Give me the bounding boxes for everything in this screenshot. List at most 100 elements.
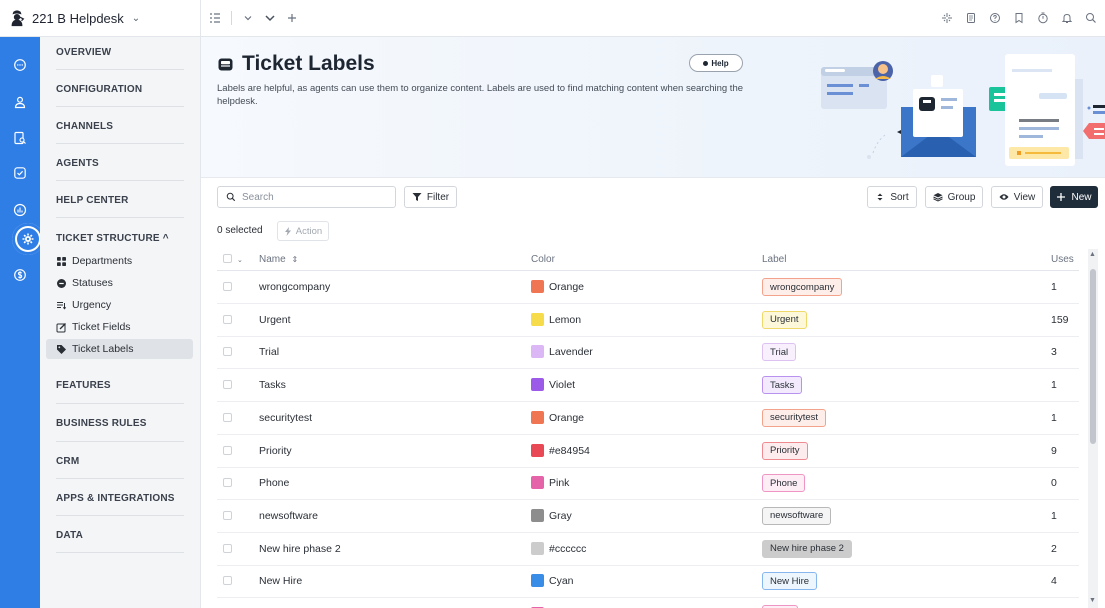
sidebar-item-label: Departments <box>72 255 133 267</box>
label-name: Tasks <box>259 379 286 392</box>
column-header-uses[interactable]: Uses <box>1051 254 1074 265</box>
label-name: Trial <box>259 346 280 359</box>
table-scrollbar[interactable]: ▲ ▼ <box>1088 249 1098 608</box>
scroll-down-icon[interactable]: ▼ <box>1089 597 1096 604</box>
nav-section-help-center[interactable]: HELP CENTER <box>56 195 184 206</box>
table-row[interactable]: Phone Pink Phone 0 <box>217 467 1079 501</box>
nav-section-configuration[interactable]: CONFIGURATION <box>56 84 184 95</box>
table-row[interactable]: Tasks Violet Tasks 1 <box>217 369 1079 403</box>
bookmark-icon[interactable] <box>1013 12 1025 24</box>
chevron-down-icon[interactable] <box>242 12 254 24</box>
knowledge-search-icon[interactable] <box>10 128 30 148</box>
table-row[interactable]: wrongcompany Orange wrongcompany 1 <box>217 271 1079 304</box>
reports-icon[interactable] <box>10 200 30 220</box>
lightning-icon <box>284 226 291 236</box>
scrollbar-thumb[interactable] <box>1090 269 1096 444</box>
bulk-action-button[interactable]: Action <box>277 221 329 241</box>
eye-icon <box>999 194 1009 200</box>
nav-divider <box>56 143 184 144</box>
search-field[interactable] <box>217 186 396 208</box>
column-header-name-label: Name <box>259 254 286 265</box>
color-swatch <box>531 574 544 588</box>
nav-section-overview[interactable]: OVERVIEW <box>56 47 184 58</box>
workspace-switcher[interactable]: 221 B Helpdesk ⌄ <box>0 0 201 37</box>
label-name: newsoftware <box>259 509 318 522</box>
row-checkbox[interactable] <box>223 314 232 324</box>
tag-icon <box>57 344 66 354</box>
search-input[interactable] <box>242 191 382 203</box>
sidebar-item-statuses[interactable]: Statuses <box>46 273 193 293</box>
view-button[interactable]: View <box>991 186 1043 208</box>
sort-button[interactable]: Sort <box>867 186 917 208</box>
nav-divider <box>56 403 184 404</box>
list-menu-icon[interactable] <box>209 12 221 24</box>
view-button-label: View <box>1013 191 1036 203</box>
label-name: New Hire <box>259 575 303 588</box>
row-checkbox[interactable] <box>223 347 232 357</box>
nav-section-channels[interactable]: CHANNELS <box>56 121 184 132</box>
new-label-button[interactable]: New <box>1050 186 1098 208</box>
table-row[interactable]: Priority #e84954 Priority 9 <box>217 435 1079 468</box>
sparkle-icon[interactable] <box>941 12 953 24</box>
help-circle-icon[interactable] <box>989 12 1001 24</box>
row-checkbox[interactable] <box>223 380 232 390</box>
table-row[interactable]: Urgent Lemon Urgent 159 <box>217 304 1079 337</box>
user-icon[interactable] <box>10 92 30 112</box>
table-row[interactable] <box>217 598 1079 608</box>
chevron-down-icon[interactable]: ⌄ <box>237 256 243 264</box>
page-title-text: Ticket Labels <box>242 52 375 75</box>
row-checkbox[interactable] <box>223 543 232 553</box>
document-icon[interactable] <box>965 12 977 24</box>
row-checkbox[interactable] <box>223 445 232 455</box>
nav-section-crm[interactable]: CRM <box>56 456 184 467</box>
table-row[interactable]: newsoftware Gray newsoftware 1 <box>217 500 1079 533</box>
billing-icon[interactable] <box>10 265 30 285</box>
uses-count: 159 <box>1051 313 1069 326</box>
nav-section-apps-integrations[interactable]: APPS & INTEGRATIONS <box>56 493 184 504</box>
filter-button[interactable]: Filter <box>404 186 457 208</box>
search-icon[interactable] <box>1085 12 1097 24</box>
sidebar-item-urgency[interactable]: Urgency <box>46 295 193 315</box>
nav-section-business-rules[interactable]: BUSINESS RULES <box>56 418 184 429</box>
nav-divider <box>56 180 184 181</box>
nav-section-data[interactable]: DATA <box>56 530 184 541</box>
help-button[interactable]: Help <box>689 54 743 72</box>
uses-count: 1 <box>1051 509 1057 522</box>
table-row[interactable]: New Hire Cyan New Hire 4 <box>217 565 1079 599</box>
column-header-name[interactable]: Name ⇕ <box>259 254 298 265</box>
row-checkbox[interactable] <box>223 282 232 291</box>
color-name: Lavender <box>549 346 593 359</box>
row-checkbox[interactable] <box>223 478 232 488</box>
page-title: Ticket Labels <box>217 52 375 76</box>
table-row[interactable]: New hire phase 2 #cccccc New hire phase 2 2 <box>217 533 1079 566</box>
nav-section-features[interactable]: FEATURES <box>56 380 184 391</box>
chevron-down-icon[interactable] <box>264 12 276 24</box>
scroll-up-icon[interactable]: ▲ <box>1089 251 1096 258</box>
task-check-icon[interactable] <box>10 163 30 183</box>
sidebar-item-ticket-fields[interactable]: Ticket Fields <box>46 317 193 337</box>
plus-icon[interactable] <box>286 12 298 24</box>
table-row[interactable]: securitytest Orange securitytest 1 <box>217 402 1079 435</box>
uses-count: 2 <box>1051 542 1057 555</box>
row-checkbox[interactable] <box>223 412 232 422</box>
timer-icon[interactable] <box>1037 12 1049 24</box>
nav-divider <box>56 106 184 107</box>
table-row[interactable]: Trial Lavender Trial 3 <box>217 336 1079 370</box>
nav-section-agents[interactable]: AGENTS <box>56 158 184 169</box>
urgency-icon <box>57 301 67 309</box>
page-header: Ticket Labels Help Labels are helpful, a… <box>201 37 1105 178</box>
bell-icon[interactable] <box>1061 12 1073 24</box>
icon-rail <box>0 37 44 608</box>
color-swatch <box>531 280 544 293</box>
label-chip: New Hire <box>762 572 818 591</box>
column-header-color[interactable]: Color <box>531 254 555 265</box>
chat-icon[interactable] <box>10 55 30 75</box>
group-button[interactable]: Group <box>925 186 983 208</box>
row-checkbox[interactable] <box>223 576 232 586</box>
nav-section-ticket-structure[interactable]: TICKET STRUCTURE ^ <box>56 233 184 244</box>
sidebar-item-departments[interactable]: Departments <box>46 251 193 271</box>
select-all-checkbox[interactable] <box>223 254 232 263</box>
row-checkbox[interactable] <box>223 510 232 520</box>
sidebar-item-ticket-labels[interactable]: Ticket Labels <box>46 339 193 359</box>
column-header-label[interactable]: Label <box>762 254 786 265</box>
